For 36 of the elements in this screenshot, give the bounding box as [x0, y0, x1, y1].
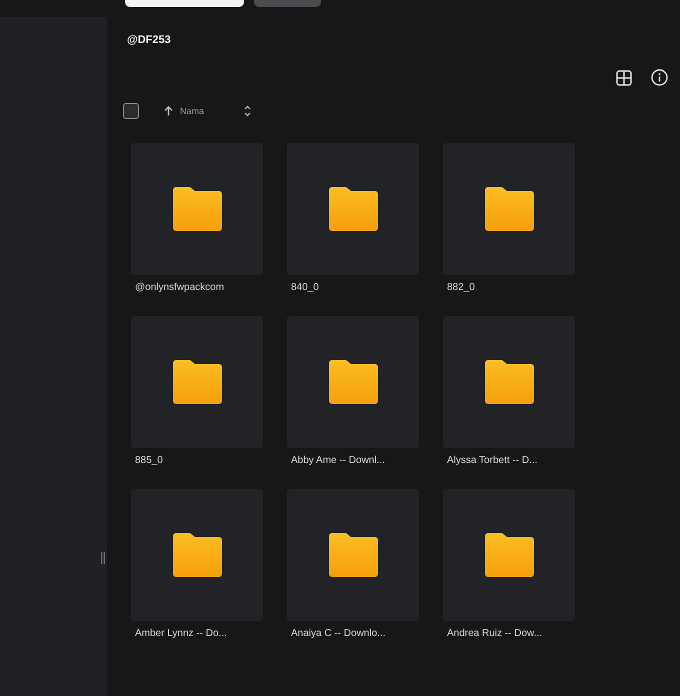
folder-tile[interactable] — [443, 143, 575, 275]
folder-name: Andrea Ruiz -- Dow... — [447, 628, 544, 641]
sort-label[interactable]: Nama — [180, 106, 244, 116]
folder-icon — [484, 533, 534, 577]
folder-tile[interactable] — [443, 489, 575, 621]
resize-handle-icon[interactable] — [101, 552, 105, 564]
search-field[interactable] — [125, 0, 244, 7]
folder-title: @DF253 — [127, 34, 172, 47]
info-icon[interactable] — [651, 69, 668, 86]
folder-icon — [328, 533, 378, 577]
folder-name: 840_0 — [291, 282, 320, 295]
grid-view-icon[interactable] — [616, 70, 632, 86]
select-all-checkbox[interactable] — [123, 103, 139, 119]
folder-icon — [328, 360, 378, 404]
folder-icon — [172, 360, 222, 404]
folder-tile[interactable] — [131, 143, 263, 275]
folder-tile[interactable] — [131, 489, 263, 621]
folder-icon — [484, 360, 534, 404]
folder-tile[interactable] — [131, 316, 263, 448]
folder-tile[interactable] — [443, 316, 575, 448]
arrow-up-icon[interactable] — [164, 106, 173, 116]
folder-name: 885_0 — [135, 455, 164, 468]
folder-name: @onlynsfwpackcom — [135, 282, 226, 295]
folder-name: Alyssa Torbett -- D... — [447, 455, 538, 468]
folder-name: Amber Lynnz -- Do... — [135, 628, 228, 641]
folder-icon — [328, 187, 378, 231]
folder-name: 882_0 — [447, 282, 476, 295]
folder-name: Anaiya C -- Downlo... — [291, 628, 386, 641]
chevron-up-down-icon[interactable] — [244, 105, 251, 117]
folder-tile[interactable] — [287, 143, 419, 275]
folder-tile[interactable] — [287, 316, 419, 448]
folder-icon — [172, 187, 222, 231]
folder-name: Abby Ame -- Downl... — [291, 455, 386, 468]
folder-icon — [484, 187, 534, 231]
folder-icon — [172, 533, 222, 577]
folder-tile[interactable] — [287, 489, 419, 621]
